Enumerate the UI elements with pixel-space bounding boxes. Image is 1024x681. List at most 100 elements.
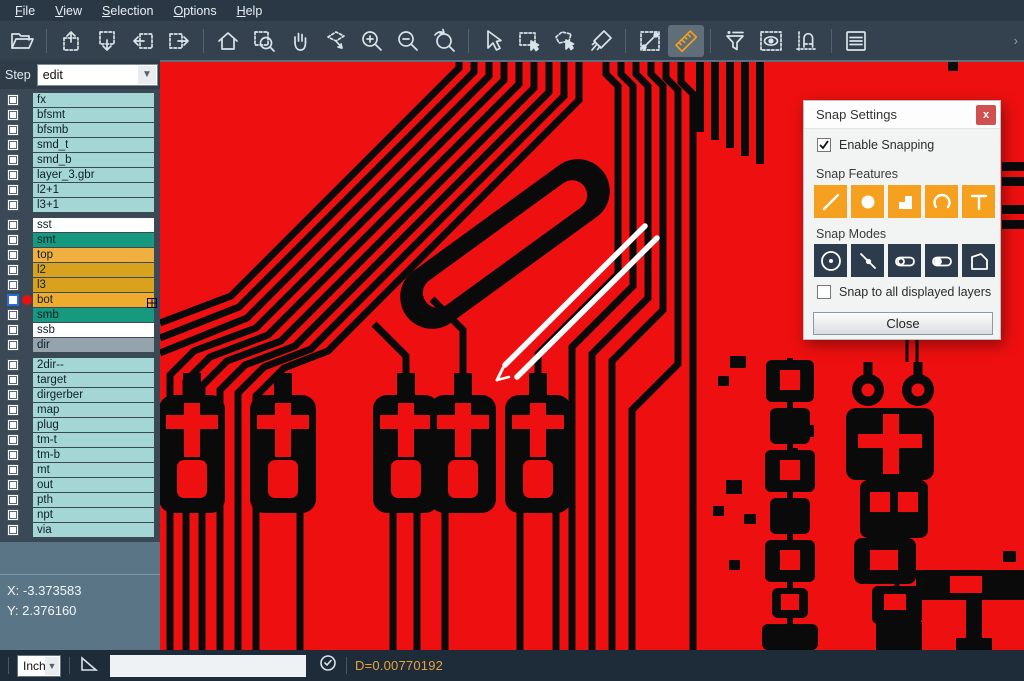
layer-row-top[interactable]: top [0,248,160,262]
layer-row-bot[interactable]: bot [0,293,160,307]
layer-name[interactable]: top [33,248,154,262]
layer-row-dirgerber[interactable]: dirgerber [0,388,160,402]
command-input[interactable] [110,655,306,677]
snap-pad-round-button[interactable] [851,185,884,218]
layer-row-sst[interactable]: sst [0,218,160,232]
layer-row-map[interactable]: map [0,403,160,417]
snap-text-button[interactable] [962,185,995,218]
menu-help[interactable]: Help [228,2,272,20]
layer-name[interactable]: plug [33,418,154,432]
layer-name[interactable]: bfsmt [33,108,154,122]
layer-visibility-checkbox[interactable] [7,374,19,386]
layer-name[interactable]: smt [33,233,154,247]
checkbox-checked-icon[interactable] [817,138,831,152]
import-right-icon[interactable] [161,25,197,57]
snap-key-left-button[interactable] [888,244,921,277]
layer-name[interactable]: 2dir-- [33,358,154,372]
layer-row-plug[interactable]: plug [0,418,160,432]
layer-visibility-checkbox[interactable] [7,294,19,306]
layer-row-smd_t[interactable]: smd_t [0,138,160,152]
layer-visibility-checkbox[interactable] [7,169,19,181]
dialog-title[interactable]: Snap Settings [804,101,1000,129]
brush-edit-icon[interactable] [583,25,619,57]
layer-name[interactable]: map [33,403,154,417]
layer-visibility-checkbox[interactable] [7,434,19,446]
layer-name[interactable]: l2+1 [33,183,154,197]
zoom-out-icon[interactable] [390,25,426,57]
layer-visibility-checkbox[interactable] [7,524,19,536]
layer-name[interactable]: ssb [33,323,154,337]
layer-visibility-checkbox[interactable] [7,249,19,261]
unit-select[interactable]: Inch ▼ [17,655,61,677]
layer-name[interactable]: tm-b [33,448,154,462]
layer-row-out[interactable]: out [0,478,160,492]
polygon-select-icon[interactable] [547,25,583,57]
enable-snapping-checkbox[interactable]: Enable Snapping [817,138,934,152]
layer-visibility-checkbox[interactable] [7,464,19,476]
layer-visibility-checkbox[interactable] [7,449,19,461]
layer-row-layer_3.gbr[interactable]: layer_3.gbr [0,168,160,182]
menu-file[interactable]: File [6,2,44,20]
snap-line-button[interactable] [814,185,847,218]
layer-row-smt[interactable]: smt [0,233,160,247]
layer-name[interactable]: mt [33,463,154,477]
pan-hand-icon[interactable] [282,25,318,57]
layer-row-2dir--[interactable]: 2dir-- [0,358,160,372]
layer-row-pth[interactable]: pth [0,493,160,507]
layer-row-l2[interactable]: l2 [0,263,160,277]
checkbox-unchecked-icon[interactable] [817,285,831,299]
pcb-canvas[interactable]: Snap Settings x Enable Snapping Snap Fea… [160,60,1024,650]
layer-name[interactable]: layer_3.gbr [33,168,154,182]
view-options-icon[interactable] [753,25,789,57]
layer-row-target[interactable]: target [0,373,160,387]
import-top-icon[interactable] [53,25,89,57]
layer-visibility-checkbox[interactable] [7,389,19,401]
snap-point-on-line-button[interactable] [851,244,884,277]
layer-visibility-checkbox[interactable] [7,339,19,351]
layer-visibility-checkbox[interactable] [7,279,19,291]
layer-row-bfsmb[interactable]: bfsmb [0,123,160,137]
report-list-icon[interactable] [838,25,874,57]
layer-row-l3[interactable]: l3 [0,278,160,292]
measure-point-icon[interactable] [632,25,668,57]
apply-check-icon[interactable] [318,653,338,678]
snap-pad-shape-button[interactable] [888,185,921,218]
layer-visibility-checkbox[interactable] [7,234,19,246]
layer-row-tm-t[interactable]: tm-t [0,433,160,447]
layer-name[interactable]: pth [33,493,154,507]
move-view-icon[interactable] [318,25,354,57]
layer-visibility-checkbox[interactable] [7,219,19,231]
layer-visibility-checkbox[interactable] [7,359,19,371]
filter-icon[interactable] [717,25,753,57]
layer-visibility-checkbox[interactable] [7,309,19,321]
zoom-in-icon[interactable] [354,25,390,57]
zoom-region-icon[interactable] [246,25,282,57]
import-left-icon[interactable] [125,25,161,57]
layer-name[interactable]: dirgerber [33,388,154,402]
layer-name[interactable]: l2 [33,263,154,277]
layer-row-dir[interactable]: dir [0,338,160,352]
layer-row-fx[interactable]: fx [0,93,160,107]
layer-visibility-checkbox[interactable] [7,184,19,196]
open-folder-icon[interactable] [4,25,40,57]
snap-all-layers-checkbox[interactable]: Snap to all displayed layers [817,285,991,299]
snap-key-right-button[interactable] [925,244,958,277]
step-select[interactable]: edit ▼ [37,64,158,86]
layer-name[interactable]: bot [33,293,154,307]
layer-name[interactable]: tm-t [33,433,154,447]
snap-magnet-icon[interactable] [789,25,825,57]
layer-visibility-checkbox[interactable] [7,109,19,121]
layer-row-mt[interactable]: mt [0,463,160,477]
snap-center-button[interactable] [814,244,847,277]
layer-row-npt[interactable]: npt [0,508,160,522]
snap-contour-button[interactable] [962,244,995,277]
layer-visibility-checkbox[interactable] [7,494,19,506]
chevron-down-icon[interactable]: ▼ [45,657,59,675]
layer-name[interactable]: bfsmb [33,123,154,137]
layer-visibility-checkbox[interactable] [7,404,19,416]
menu-options[interactable]: Options [164,2,225,20]
snap-arc-button[interactable] [925,185,958,218]
menu-view[interactable]: View [46,2,91,20]
layer-visibility-checkbox[interactable] [7,479,19,491]
layer-row-via[interactable]: via [0,523,160,537]
